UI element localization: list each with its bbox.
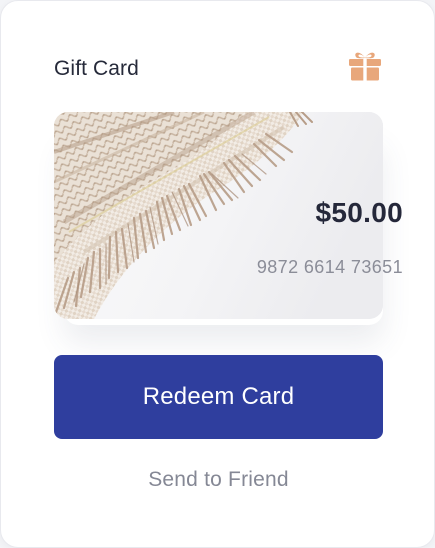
redeem-card-button[interactable]: Redeem Card (54, 355, 383, 439)
card-amount: $50.00 (315, 197, 403, 228)
page-title: Gift Card (54, 57, 139, 80)
gift-icon (347, 49, 383, 81)
card-number: 9872 6614 73651 (256, 257, 403, 277)
gift-card-panel: Gift Card $50.00 9872 6614 73651 Redeem … (0, 0, 435, 548)
send-to-friend-link[interactable]: Send to Friend (54, 467, 383, 493)
